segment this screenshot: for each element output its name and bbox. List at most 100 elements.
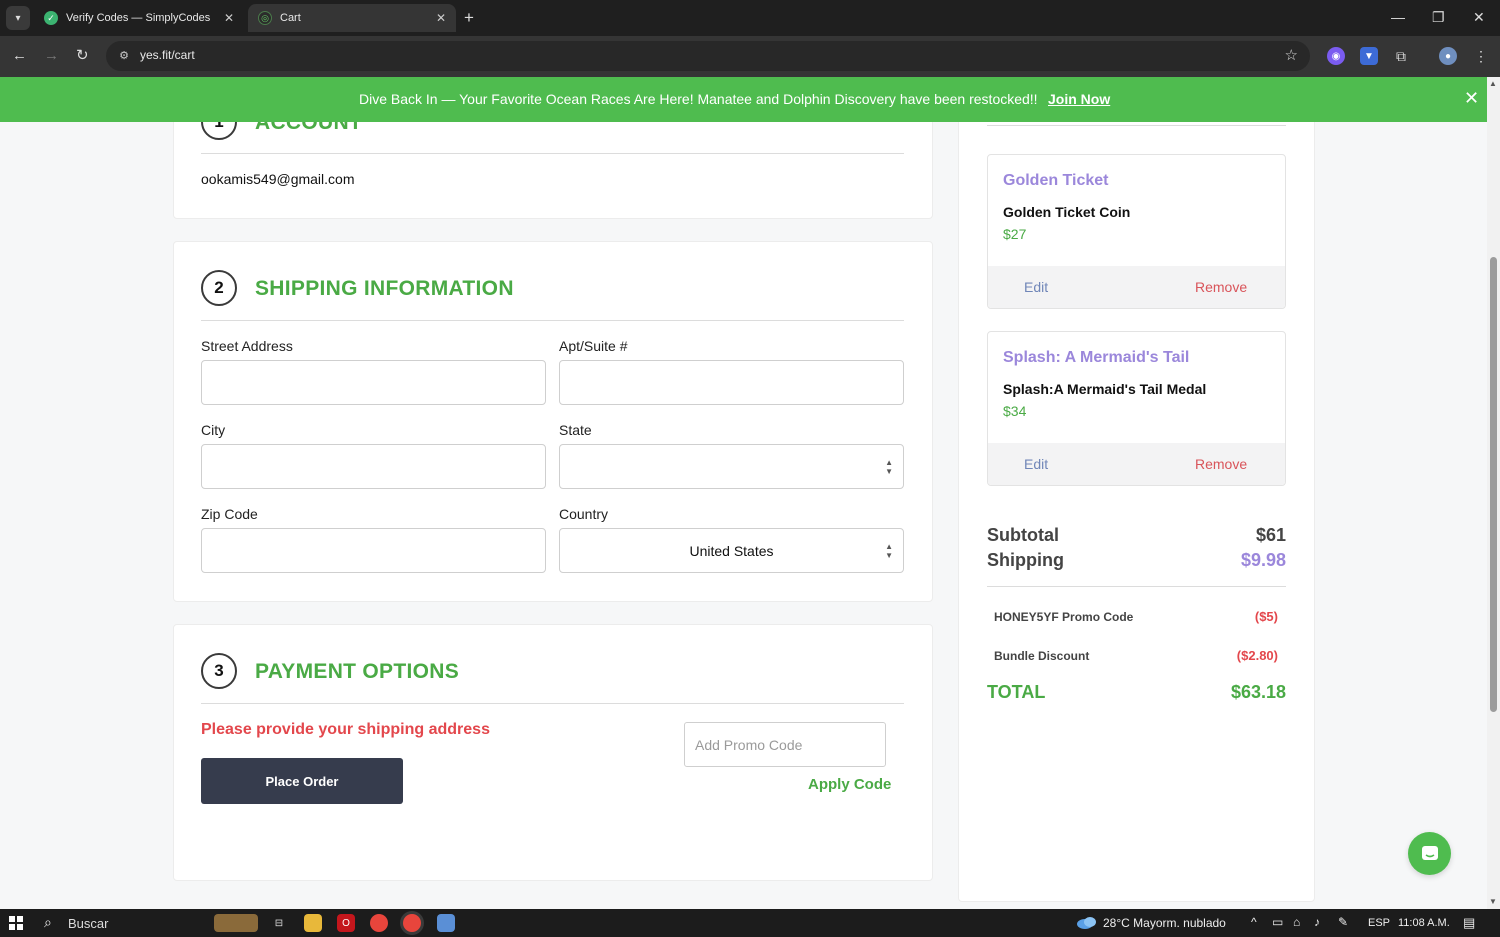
page-scrollbar[interactable]: ▲ ▼	[1487, 77, 1500, 909]
cart-item-price: $27	[1003, 226, 1027, 242]
back-arrow-icon[interactable]: ←	[12, 46, 27, 66]
restore-icon[interactable]: ❐	[1432, 8, 1445, 26]
remove-item-button[interactable]: Remove	[1195, 279, 1247, 295]
street-address-label: Street Address	[201, 338, 293, 354]
subtotal-label: Subtotal	[987, 525, 1059, 545]
reload-icon[interactable]: ↻	[76, 46, 89, 66]
windows-taskbar: ⌕ Buscar ⊟ O 28°C Mayorm. nublado ^ ▭ ⌂ …	[0, 909, 1500, 937]
state-label: State	[559, 422, 592, 438]
browser-toolbar: ← → ↻ ⚙ yes.fit/cart ☆ ◉ ▼ ⧉ ● ⋮	[0, 36, 1500, 77]
tab-title: Verify Codes — SimplyCodes	[66, 12, 211, 24]
place-order-button[interactable]: Place Order	[201, 758, 403, 804]
state-select[interactable]: ▲ ▼	[559, 444, 904, 489]
scroll-down-arrow-icon[interactable]: ▼	[1489, 897, 1497, 906]
yesfit-icon: ◎	[258, 11, 272, 25]
banner-text: Dive Back In — Your Favorite Ocean Races…	[359, 91, 1038, 107]
extensions-puzzle-icon[interactable]: ⧉	[1392, 47, 1410, 65]
promo-discount-label: HONEY5YF Promo Code	[994, 610, 1134, 624]
tray-chevron-icon[interactable]: ^	[1251, 915, 1257, 929]
tab-cart[interactable]: ◎ Cart ✕	[248, 4, 456, 32]
close-tab-icon[interactable]: ✕	[436, 11, 446, 25]
close-window-icon[interactable]: ✕	[1473, 8, 1485, 26]
minimize-icon[interactable]: —	[1391, 8, 1405, 26]
cart-item-card: Golden Ticket Golden Ticket Coin $27 Edi…	[987, 154, 1286, 309]
cart-item-card: Splash: A Mermaid's Tail Splash:A Mermai…	[987, 331, 1286, 486]
notepad-icon[interactable]	[437, 914, 455, 932]
notifications-icon[interactable]: ▤	[1463, 915, 1475, 931]
weather-cloud-icon	[1077, 917, 1096, 929]
join-now-link[interactable]: Join Now	[1048, 91, 1110, 107]
announcement-banner: Dive Back In — Your Favorite Ocean Races…	[0, 77, 1487, 122]
bundle-discount-value: ($2.80)	[1236, 648, 1278, 663]
chat-launcher-button[interactable]	[1408, 832, 1451, 875]
select-updown-icon: ▲ ▼	[885, 542, 893, 560]
apt-suite-input[interactable]	[559, 360, 904, 405]
cart-item-title: Golden Ticket	[1003, 172, 1109, 189]
pen-icon[interactable]: ✎	[1338, 915, 1348, 929]
volume-icon[interactable]: ♪	[1314, 915, 1320, 929]
extension-purple-icon[interactable]: ◉	[1327, 47, 1345, 65]
simplycodes-check-icon: ✓	[44, 11, 58, 25]
divider	[987, 125, 1286, 126]
cart-item-name: Golden Ticket Coin	[1003, 204, 1131, 220]
account-email: ookamis549@gmail.com	[201, 171, 355, 187]
chrome-icon[interactable]	[370, 914, 388, 932]
browser-tab-bar: ▾ ✓ Verify Codes — SimplyCodes ✕ ◎ Cart …	[0, 0, 1500, 36]
country-value: United States	[689, 542, 774, 559]
apply-code-button[interactable]: Apply Code	[808, 776, 891, 793]
network-icon[interactable]: ⌂	[1293, 915, 1300, 929]
site-settings-icon[interactable]: ⚙	[116, 48, 132, 64]
cart-item-name: Splash:A Mermaid's Tail Medal	[1003, 381, 1207, 397]
shipping-cost-label: Shipping	[987, 550, 1064, 570]
bookmark-star-icon[interactable]: ☆	[1285, 46, 1298, 64]
chrome-active-icon[interactable]	[403, 914, 421, 932]
shipping-title: SHIPPING INFORMATION	[255, 277, 514, 300]
step-number-2: 2	[201, 270, 237, 306]
search-highlight-image-icon[interactable]	[214, 914, 258, 932]
opera-icon[interactable]: O	[337, 914, 355, 932]
language-indicator[interactable]: ESP	[1368, 917, 1390, 929]
shipping-error-message: Please provide your shipping address	[201, 721, 490, 738]
taskbar-search[interactable]: Buscar	[68, 916, 108, 931]
apt-suite-label: Apt/Suite #	[559, 338, 628, 354]
total-label: TOTAL	[987, 682, 1046, 702]
close-banner-icon[interactable]: ✕	[1464, 88, 1479, 109]
country-label: Country	[559, 506, 609, 522]
file-explorer-icon[interactable]	[304, 914, 322, 932]
promo-discount-value: ($5)	[1254, 609, 1278, 624]
country-select[interactable]: United States ▲ ▼	[559, 528, 904, 573]
browser-menu-icon[interactable]: ⋮	[1472, 47, 1490, 65]
scroll-thumb[interactable]	[1490, 257, 1497, 712]
edit-item-button[interactable]: Edit	[1024, 279, 1048, 295]
step-number-3: 3	[201, 653, 237, 689]
remove-item-button[interactable]: Remove	[1195, 456, 1247, 472]
city-label: City	[201, 422, 226, 438]
meet-now-icon[interactable]: ▭	[1272, 915, 1283, 929]
windows-start-icon[interactable]	[9, 916, 23, 930]
clock[interactable]: 11:08 A.M.	[1398, 917, 1450, 929]
cart-item-title: Splash: A Mermaid's Tail	[1003, 349, 1190, 366]
weather-text[interactable]: 28°C Mayorm. nublado	[1103, 916, 1226, 930]
url-text[interactable]: yes.fit/cart	[140, 48, 195, 62]
divider	[201, 153, 904, 154]
close-tab-icon[interactable]: ✕	[224, 11, 234, 25]
promo-code-input[interactable]: Add Promo Code	[684, 722, 886, 767]
city-input[interactable]	[201, 444, 546, 489]
shield-extension-icon[interactable]: ▼	[1360, 47, 1378, 65]
scroll-up-arrow-icon[interactable]: ▲	[1489, 79, 1497, 88]
tab-search-chevron-icon[interactable]: ▾	[6, 6, 30, 30]
new-tab-plus-icon[interactable]: +	[464, 8, 474, 28]
cart-item-actions: Edit Remove	[988, 266, 1285, 308]
street-address-input[interactable]	[201, 360, 546, 405]
task-view-icon[interactable]: ⊟	[270, 914, 288, 932]
cart-item-actions: Edit Remove	[988, 443, 1285, 485]
edit-item-button[interactable]: Edit	[1024, 456, 1048, 472]
zip-code-input[interactable]	[201, 528, 546, 573]
search-icon[interactable]: ⌕	[44, 914, 52, 931]
tab-verify-codes[interactable]: ✓ Verify Codes — SimplyCodes ✕	[34, 4, 244, 32]
forward-arrow-icon[interactable]: →	[44, 46, 59, 66]
profile-avatar-icon[interactable]: ●	[1439, 47, 1457, 65]
divider	[201, 703, 904, 704]
address-bar[interactable]: ⚙ yes.fit/cart ☆	[106, 41, 1310, 71]
subtotal-value: $61	[1255, 525, 1286, 545]
